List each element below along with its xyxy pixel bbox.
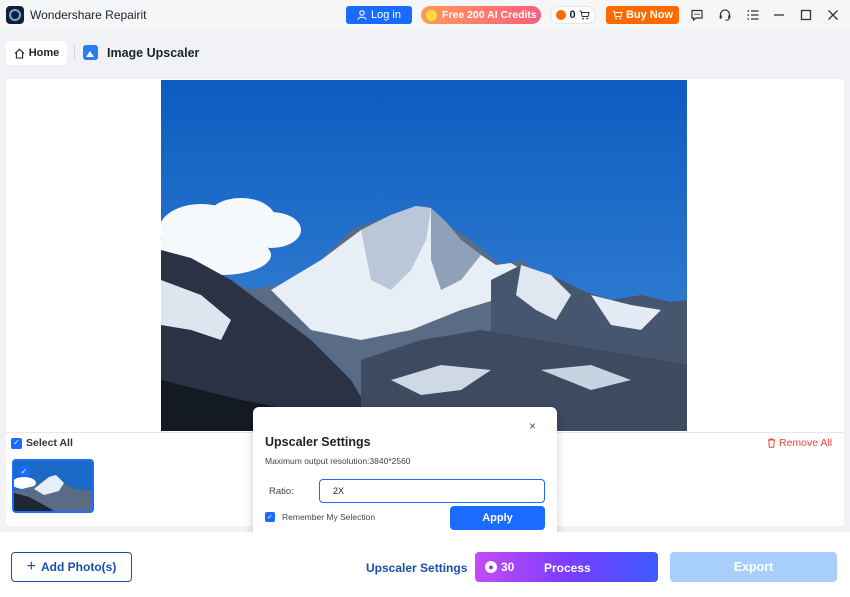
close-icon[interactable] [824,6,842,24]
select-all-label: Select All [26,437,73,449]
home-label: Home [28,47,60,59]
home-icon [14,48,25,59]
process-cost-value: 30 [501,560,515,574]
maximize-icon[interactable] [797,6,815,24]
buy-now-button[interactable]: Buy Now [606,6,679,24]
image-upscaler-icon [83,45,98,60]
free-credits-button[interactable]: Free 200 AI Credits [421,6,541,24]
ratio-value: 2X [333,486,345,496]
menu-icon[interactable] [744,6,762,24]
remove-all-label: Remove All [779,437,833,449]
login-button[interactable]: Log in [346,6,412,24]
nav-divider [74,45,75,61]
trash-icon [768,438,775,448]
cart-button[interactable]: 0 [550,6,596,24]
image-preview [161,80,687,431]
apply-button[interactable]: Apply [450,506,545,530]
remember-selection-checkbox[interactable]: ✓ Remember My Selection [265,512,375,522]
process-button[interactable]: ● 30 Process [475,552,658,582]
process-cost: ● 30 [485,560,514,574]
app-logo-icon [6,6,24,24]
upscaler-settings-link[interactable]: Upscaler Settings [366,561,467,575]
checkmark-icon: ✓ [11,437,22,449]
photo-thumbnail[interactable]: ✓ [12,459,94,513]
cart-icon [579,10,590,20]
remove-all-button[interactable]: Remove All [767,437,832,449]
remember-label: Remember My Selection [282,512,376,522]
credit-dot-icon [556,10,567,20]
add-photos-label: Add Photo(s) [41,560,117,574]
home-button[interactable]: Home [6,41,67,65]
credits-label: Free 200 AI Credits [442,9,537,21]
export-label: Export [733,560,774,574]
popup-title: Upscaler Settings [265,435,371,449]
select-all-checkbox[interactable]: ✓ Select All [11,437,73,449]
upscaler-settings-popup: × Upscaler Settings Maximum output resol… [253,407,557,541]
ratio-label: Ratio: [269,486,294,497]
login-label: Log in [371,9,401,21]
minimize-icon[interactable] [770,6,788,24]
plus-icon: + [26,558,36,575]
page-title: Image Upscaler [107,46,200,60]
credit-coin-icon: ● [485,561,497,573]
title-bar: Wondershare Repairit Log in Free 200 AI … [0,0,850,30]
ratio-select[interactable]: 2X [319,479,545,503]
feedback-icon[interactable] [688,6,706,24]
coin-icon [425,8,438,22]
buy-now-label: Buy Now [625,9,674,21]
selected-check-icon: ✓ [18,465,30,477]
checkmark-icon: ✓ [265,512,275,522]
popup-close-icon[interactable]: × [529,419,536,433]
max-resolution-text: Maximum output resolution:3840*2560 [265,456,411,466]
add-photos-button[interactable]: + Add Photo(s) [11,552,132,582]
apply-label: Apply [482,512,513,524]
process-label: Process [544,561,591,575]
export-button[interactable]: Export [670,552,837,582]
user-icon [357,10,367,20]
cart-icon [612,10,623,20]
cart-count: 0 [569,9,576,21]
support-headset-icon[interactable] [716,6,734,24]
app-title: Wondershare Repairit [30,8,147,22]
